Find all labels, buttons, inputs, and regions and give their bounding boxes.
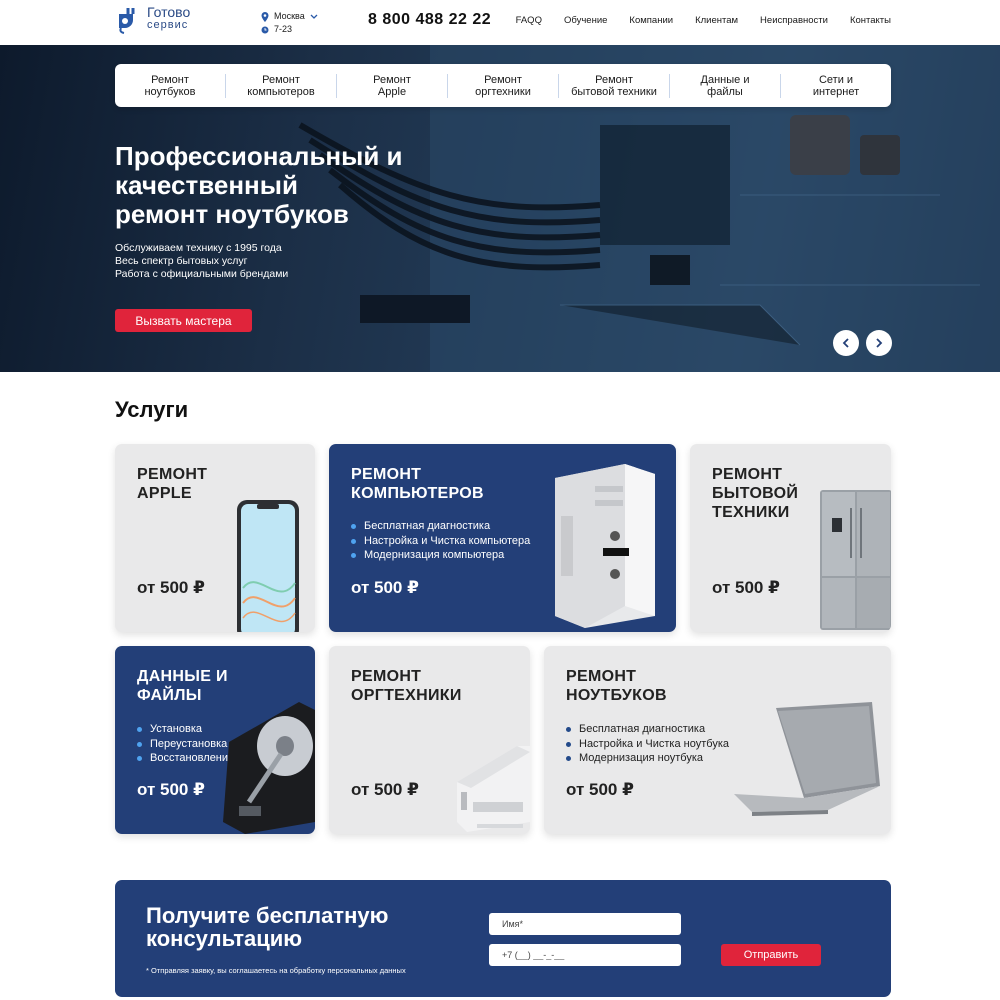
pc-tower-image xyxy=(555,464,655,628)
category-menu: Ремонт ноутбуков Ремонт компьютеров Ремо… xyxy=(115,64,891,107)
slider-next-button[interactable] xyxy=(866,330,892,356)
card-title: РЕМОНТ ОРГТЕХНИКИ xyxy=(351,668,462,704)
hours-label: 7-23 xyxy=(274,24,293,34)
chevron-right-icon xyxy=(876,338,883,348)
card-price: от 500 ₽ xyxy=(351,780,419,799)
printer-image xyxy=(457,746,530,832)
chevron-left-icon xyxy=(842,338,849,348)
card-price: от 500 ₽ xyxy=(351,578,419,597)
category-apple[interactable]: Ремонт Apple xyxy=(337,73,448,98)
hero-banner: Ремонт ноутбуков Ремонт компьютеров Ремо… xyxy=(0,45,1000,372)
hours-row: 7-23 xyxy=(261,23,318,36)
card-title: РЕМОНТ КОМПЬЮТЕРОВ xyxy=(351,466,484,502)
hero-title: Профессиональный и качественный ремонт н… xyxy=(115,141,403,229)
nav-faults[interactable]: Неисправности xyxy=(760,15,828,26)
list-item: Бесплатная диагностика xyxy=(566,722,729,737)
category-computers[interactable]: Ремонт компьютеров xyxy=(226,73,337,98)
smartphone-image xyxy=(237,500,299,632)
service-card-data-files[interactable]: ДАННЫЕ И ФАЙЛЫ Установка Переустановка В… xyxy=(115,646,315,834)
card-price: от 500 ₽ xyxy=(566,780,634,799)
hard-drive-image xyxy=(223,702,315,834)
phone-field[interactable] xyxy=(489,944,681,966)
submit-button[interactable]: Отправить xyxy=(721,944,821,966)
nav-training[interactable]: Обучение xyxy=(564,15,607,26)
name-field[interactable] xyxy=(489,913,681,935)
laptop-image xyxy=(734,702,880,816)
list-item: Настройка и Чистка ноутбука xyxy=(566,737,729,752)
site-header: Готово сервис Москва 7-23 8 800 488 22 2… xyxy=(0,0,1000,45)
phone-number[interactable]: 8 800 488 22 22 xyxy=(368,11,491,29)
category-data-files[interactable]: Данные и файлы xyxy=(670,73,781,98)
main-nav: FAQQ Обучение Компании Клиентам Неисправ… xyxy=(516,15,891,26)
logo-line1: Готово xyxy=(147,4,191,20)
service-card-appliances[interactable]: РЕМОНТ БЫТОВОЙ ТЕХНИКИ от 500 ₽ xyxy=(690,444,891,632)
category-office-equipment[interactable]: Ремонт оргтехники xyxy=(448,73,559,98)
category-networks[interactable]: Сети и интернет xyxy=(781,74,891,98)
service-card-laptops[interactable]: РЕМОНТ НОУТБУКОВ Бесплатная диагностика … xyxy=(544,646,891,834)
call-master-button[interactable]: Вызвать мастера xyxy=(115,309,252,332)
privacy-note: * Отправляя заявку, вы соглашаетесь на о… xyxy=(146,966,406,975)
card-price: от 500 ₽ xyxy=(137,780,205,799)
service-card-apple[interactable]: РЕМОНТ APPLE от 500 ₽ xyxy=(115,444,315,632)
city-selector[interactable]: Москва xyxy=(261,10,318,23)
slider-prev-button[interactable] xyxy=(833,330,859,356)
logo-line2: сервис xyxy=(147,19,189,31)
clock-icon xyxy=(261,26,269,33)
nav-faq[interactable]: FAQQ xyxy=(516,15,542,26)
city-label: Москва xyxy=(274,11,305,21)
card-price: от 500 ₽ xyxy=(137,578,205,597)
location-block: Москва 7-23 xyxy=(261,10,318,36)
logo[interactable]: Готово сервис xyxy=(115,4,190,34)
hero-feature: Весь спектр бытовых услуг xyxy=(115,255,248,267)
logo-text: Готово сервис xyxy=(147,4,191,32)
card-title: ДАННЫЕ И ФАЙЛЫ xyxy=(137,668,228,704)
list-item: Модернизация ноутбука xyxy=(566,751,729,766)
plug-logo-icon xyxy=(119,8,135,34)
nav-contacts[interactable]: Контакты xyxy=(850,15,891,26)
hero-features: Обслуживаем технику с 1995 года Весь спе… xyxy=(115,242,288,281)
chevron-down-icon xyxy=(310,14,318,19)
nav-companies[interactable]: Компании xyxy=(629,15,673,26)
consultation-form: Получите бесплатную консультацию * Отпра… xyxy=(115,880,891,997)
list-item: Настройка и Чистка компьютера xyxy=(351,534,530,549)
card-title: РЕМОНТ НОУТБУКОВ xyxy=(566,668,667,704)
card-feature-list: Бесплатная диагностика Настройка и Чистк… xyxy=(566,722,729,766)
consultation-title: Получите бесплатную консультацию xyxy=(146,903,389,951)
card-price: от 500 ₽ xyxy=(712,578,780,597)
service-card-computers[interactable]: РЕМОНТ КОМПЬЮТЕРОВ Бесплатная диагностик… xyxy=(329,444,676,632)
service-card-office-equipment[interactable]: РЕМОНТ ОРГТЕХНИКИ от 500 ₽ xyxy=(329,646,530,834)
hero-feature: Работа с официальными брендами xyxy=(115,268,289,280)
hero-feature: Обслуживаем технику с 1995 года xyxy=(115,242,282,254)
services-title: Услуги xyxy=(115,397,189,422)
list-item: Бесплатная диагностика xyxy=(351,519,530,534)
refrigerator-image xyxy=(820,490,891,630)
list-item: Модернизация компьютера xyxy=(351,548,530,563)
category-laptops[interactable]: Ремонт ноутбуков xyxy=(115,73,226,98)
card-feature-list: Бесплатная диагностика Настройка и Чистк… xyxy=(351,519,530,563)
category-appliances[interactable]: Ремонт бытовой техники xyxy=(559,73,670,98)
card-title: РЕМОНТ APPLE xyxy=(137,466,208,502)
card-title: РЕМОНТ БЫТОВОЙ ТЕХНИКИ xyxy=(712,466,799,521)
nav-clients[interactable]: Клиентам xyxy=(695,15,738,26)
map-pin-icon xyxy=(261,11,269,22)
